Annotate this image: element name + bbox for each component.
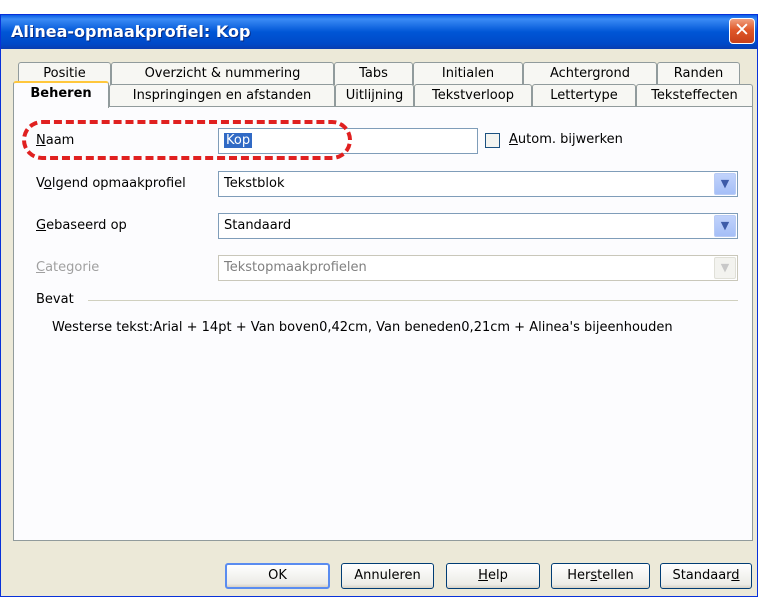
help-button[interactable]: Help xyxy=(446,563,540,589)
reset-button[interactable]: Herstellen xyxy=(551,563,650,589)
next-style-label: Volgend opmaakprofiel xyxy=(36,176,186,191)
ok-button[interactable]: OK xyxy=(225,563,330,589)
highlight-annotation xyxy=(22,120,352,160)
tab-initialen[interactable]: Initialen xyxy=(413,62,523,85)
cancel-button[interactable]: Annuleren xyxy=(341,563,434,589)
tab-inspringingen-afstanden[interactable]: Inspringingen en afstanden xyxy=(109,84,335,107)
chevron-down-icon[interactable]: ▼ xyxy=(714,215,736,237)
tab-tabs[interactable]: Tabs xyxy=(334,62,413,85)
tab-randen[interactable]: Randen xyxy=(657,62,740,85)
tab-lettertype[interactable]: Lettertype xyxy=(532,84,636,107)
contains-heading: Bevat xyxy=(36,292,74,307)
tab-overzicht-nummering[interactable]: Overzicht & nummering xyxy=(111,62,334,85)
next-style-select[interactable]: Tekstblok ▼ xyxy=(218,171,738,197)
tab-beheren[interactable]: Beheren xyxy=(13,81,109,108)
based-on-select[interactable]: Standaard ▼ xyxy=(218,213,738,239)
category-select: Tekstopmaakprofielen ▼ xyxy=(218,255,738,281)
tab-teksteffecten[interactable]: Teksteffecten xyxy=(636,84,753,107)
based-on-label: Gebaseerd op xyxy=(36,218,127,233)
dialog-title: Alinea-opmaakprofiel: Kop xyxy=(11,22,251,41)
chevron-down-icon: ▼ xyxy=(714,257,736,279)
title-bar[interactable]: Alinea-opmaakprofiel: Kop ✕ xyxy=(1,15,757,49)
category-label: Categorie xyxy=(36,260,100,275)
tab-achtergrond[interactable]: Achtergrond xyxy=(523,62,657,85)
standard-button[interactable]: Standaard xyxy=(660,563,752,589)
auto-update-checkbox[interactable] xyxy=(485,133,500,148)
close-icon[interactable]: ✕ xyxy=(729,18,755,44)
contains-separator xyxy=(88,300,738,301)
contains-description: Westerse tekst:Arial + 14pt + Van boven0… xyxy=(52,320,673,335)
auto-update-label: Autom. bijwerken xyxy=(509,132,623,147)
tab-tekstverloop[interactable]: Tekstverloop xyxy=(414,84,532,107)
tab-uitlijning[interactable]: Uitlijning xyxy=(335,84,414,107)
chevron-down-icon[interactable]: ▼ xyxy=(714,173,736,195)
